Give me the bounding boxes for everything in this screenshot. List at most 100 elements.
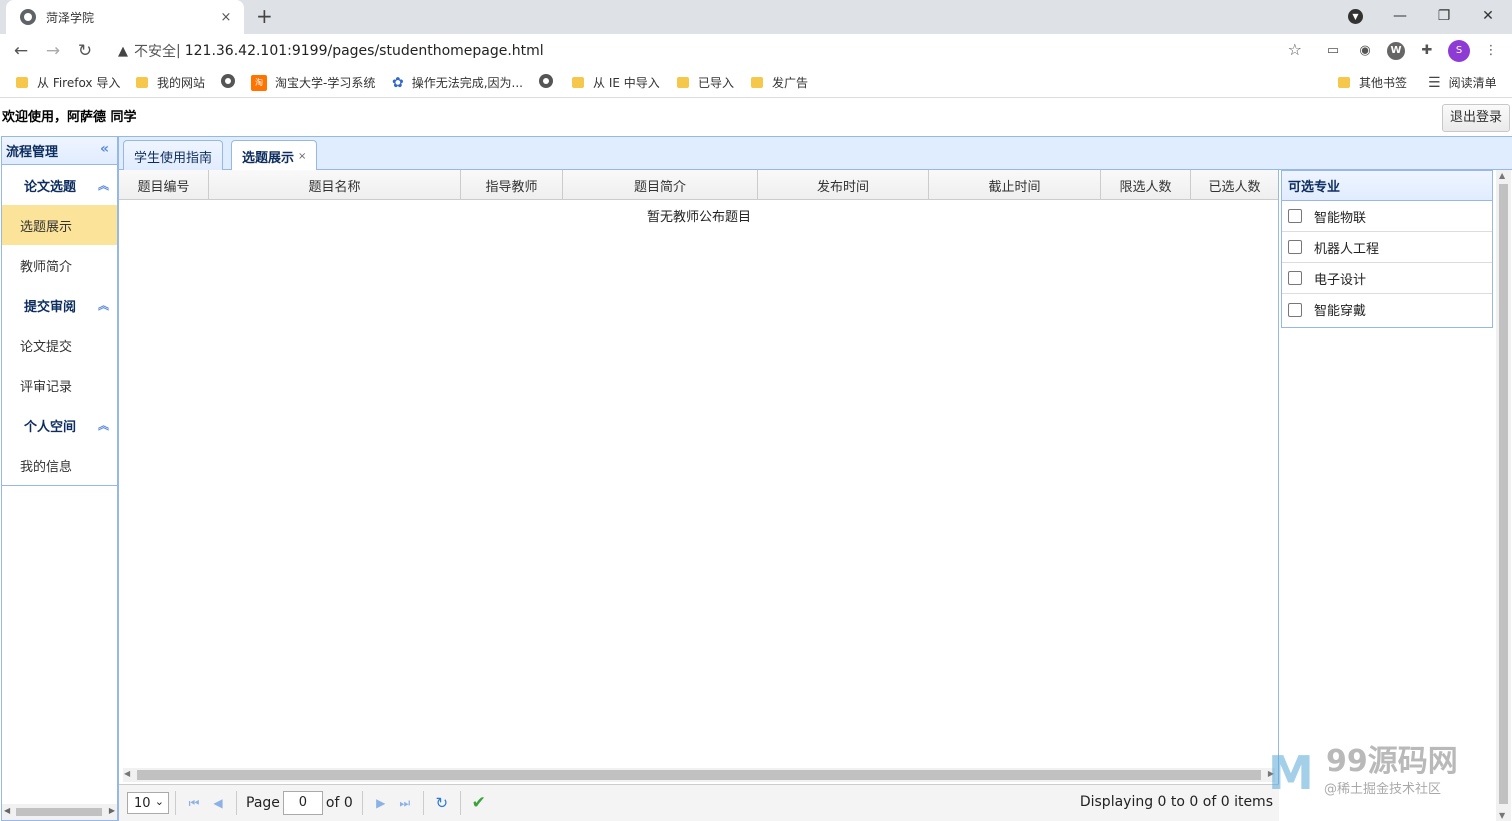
minimize-button[interactable]: — (1378, 0, 1422, 34)
tab-label: 学生使用指南 (134, 150, 213, 166)
bookmark-item[interactable]: 从 Firefox 导入 (16, 74, 120, 91)
scroll-up-icon[interactable]: ▲ (1499, 171, 1505, 180)
tab-topic-display[interactable]: 选题展示 × (231, 140, 318, 172)
folder-icon (16, 77, 28, 88)
checkbox[interactable] (1288, 209, 1302, 223)
chevron-up-icon[interactable]: ︽ (98, 177, 109, 193)
scrollbar-thumb[interactable] (137, 770, 1261, 780)
welcome-text: 欢迎使用，阿萨德 同学 (2, 110, 137, 125)
tab-student-guide[interactable]: 学生使用指南 (123, 140, 224, 171)
accordion-title: 个人空间 (24, 419, 77, 435)
bookmark-star-icon[interactable]: ☆ (1288, 40, 1302, 59)
page-size-select[interactable]: 10 ⌄ (127, 792, 169, 814)
column-header[interactable]: 指导教师 (461, 170, 563, 200)
accordion-header-thesis-topic[interactable]: 论文选题 ︽ (2, 165, 117, 205)
page-content: 欢迎使用，阿萨德 同学 退出登录 流程管理 « 论文选题 ︽ 选题展示 教师简介… (0, 100, 1512, 821)
other-bookmarks[interactable]: 其他书签 (1338, 74, 1407, 91)
chevron-up-icon[interactable]: ︽ (98, 417, 109, 433)
pagination-bar: 10 ⌄ ⏮ ◀ Page 0 of 0 ▶ ⏭ ↻ ✔ Displaying … (119, 784, 1279, 821)
last-page-icon[interactable]: ⏭ (393, 791, 417, 815)
logout-button[interactable]: 退出登录 (1442, 104, 1510, 132)
back-icon[interactable]: ← (10, 40, 32, 62)
bookmark-item[interactable]: 淘淘宝大学-学习系统 (251, 74, 375, 91)
column-header[interactable]: 题目简介 (563, 170, 758, 200)
major-option[interactable]: 智能物联 (1282, 201, 1492, 232)
scrollbar-thumb[interactable] (16, 808, 102, 816)
accordion-header-personal-space[interactable]: 个人空间 ︽ (2, 405, 117, 445)
camera-icon[interactable]: ◉ (1356, 42, 1374, 60)
watermark-sub: @稀土掘金技术社区 (1324, 782, 1442, 797)
collapse-left-icon[interactable]: « (100, 141, 109, 157)
checkbox[interactable] (1288, 240, 1302, 254)
sidebar-item-teacher-intro[interactable]: 教师简介 (2, 245, 117, 285)
address-bar[interactable]: ▲ 不安全 | 121.36.42.101:9199/pages/student… (108, 37, 1308, 65)
tab-close-icon[interactable]: × (218, 10, 234, 25)
watermark-brand: 99源码网 (1326, 744, 1458, 779)
checkbox[interactable] (1288, 302, 1302, 317)
vertical-scrollbar[interactable]: ▲ ▼ (1496, 170, 1511, 821)
column-header[interactable]: 限选人数 (1101, 170, 1191, 200)
extension-w-icon[interactable]: W (1387, 42, 1405, 60)
major-option[interactable]: 智能穿戴 (1282, 294, 1492, 325)
folder-icon (751, 77, 763, 88)
sidebar: 流程管理 « 论文选题 ︽ 选题展示 教师简介 提交审阅 ︽ 论文提交 评审记录… (1, 136, 118, 821)
url-divider: | (176, 43, 181, 59)
confirm-check-icon[interactable]: ✔ (467, 791, 491, 815)
insecure-label[interactable]: 不安全 (134, 41, 176, 61)
url-text[interactable]: 121.36.42.101:9199/pages/studenthomepage… (185, 43, 544, 59)
page-number-input[interactable]: 0 (282, 791, 323, 815)
column-header[interactable]: 题目编号 (119, 170, 209, 200)
sidebar-scrollbar[interactable]: ◀ ▶ (2, 804, 117, 820)
restore-button[interactable]: ❐ (1422, 0, 1466, 34)
puzzle-icon[interactable]: ✚ (1418, 42, 1436, 60)
bookmark-item[interactable]: 发广告 (751, 74, 808, 91)
column-header[interactable]: 已选人数 (1191, 170, 1278, 200)
folder-icon (572, 77, 584, 88)
reload-icon[interactable]: ↻ (74, 40, 96, 62)
column-header[interactable]: 题目名称 (209, 170, 461, 200)
refresh-icon[interactable]: ↻ (430, 791, 454, 815)
chevron-up-icon[interactable]: ︽ (98, 297, 109, 313)
column-header[interactable]: 发布时间 (758, 170, 929, 200)
browser-toolbar: ← → ↻ ▲ 不安全 | 121.36.42.101:9199/pages/s… (0, 34, 1512, 68)
sidebar-item-thesis-submit[interactable]: 论文提交 (2, 325, 117, 365)
scrollbar-thumb[interactable] (1499, 184, 1508, 804)
accordion-header-submit-review[interactable]: 提交审阅 ︽ (2, 285, 117, 325)
next-page-icon[interactable]: ▶ (369, 791, 393, 815)
grid-horizontal-scrollbar[interactable]: ◀ ▶ (123, 768, 1275, 782)
pager-separator (422, 791, 424, 815)
bookmark-item[interactable] (539, 74, 553, 88)
bookmark-item[interactable]: 已导入 (677, 74, 734, 91)
new-tab-button[interactable]: + (256, 4, 273, 28)
scroll-left-icon[interactable]: ◀ (124, 769, 130, 778)
tab-close-icon[interactable]: × (298, 151, 306, 162)
column-header[interactable]: 截止时间 (929, 170, 1101, 200)
sidebar-item-my-info[interactable]: 我的信息 (2, 445, 117, 485)
profile-avatar[interactable]: S (1448, 40, 1470, 62)
bookmark-item[interactable] (221, 74, 235, 88)
scroll-left-icon[interactable]: ◀ (4, 806, 10, 815)
bookmark-item[interactable]: ✿ 操作无法完成,因为... (392, 74, 523, 91)
tab-search-icon[interactable]: ▼ (1348, 9, 1363, 24)
close-window-button[interactable]: ✕ (1466, 0, 1510, 34)
scroll-down-icon[interactable]: ▼ (1499, 811, 1505, 820)
sidebar-item-topic-display[interactable]: 选题展示 (2, 205, 117, 245)
major-option[interactable]: 电子设计 (1282, 263, 1492, 294)
globe-icon (539, 74, 553, 88)
first-page-icon[interactable]: ⏮ (182, 791, 206, 815)
reading-list[interactable]: ☰ 阅读清单 (1428, 74, 1497, 91)
major-label: 电子设计 (1314, 272, 1367, 288)
scroll-right-icon[interactable]: ▶ (109, 806, 115, 815)
sidebar-item-review-records[interactable]: 评审记录 (2, 365, 117, 405)
prev-page-icon[interactable]: ◀ (206, 791, 230, 815)
cast-icon[interactable]: ▭ (1324, 42, 1342, 60)
bookmark-label: 操作无法完成,因为... (411, 76, 523, 90)
bookmark-item[interactable]: 我的网站 (136, 74, 205, 91)
forward-icon[interactable]: → (42, 40, 64, 62)
bookmark-item[interactable]: 从 IE 中导入 (572, 74, 660, 91)
browser-tab[interactable]: 菏泽学院 × (6, 0, 244, 34)
menu-icon[interactable]: ⋮ (1482, 42, 1500, 60)
globe-icon (221, 74, 235, 88)
checkbox[interactable] (1288, 271, 1302, 285)
major-option[interactable]: 机器人工程 (1282, 232, 1492, 263)
